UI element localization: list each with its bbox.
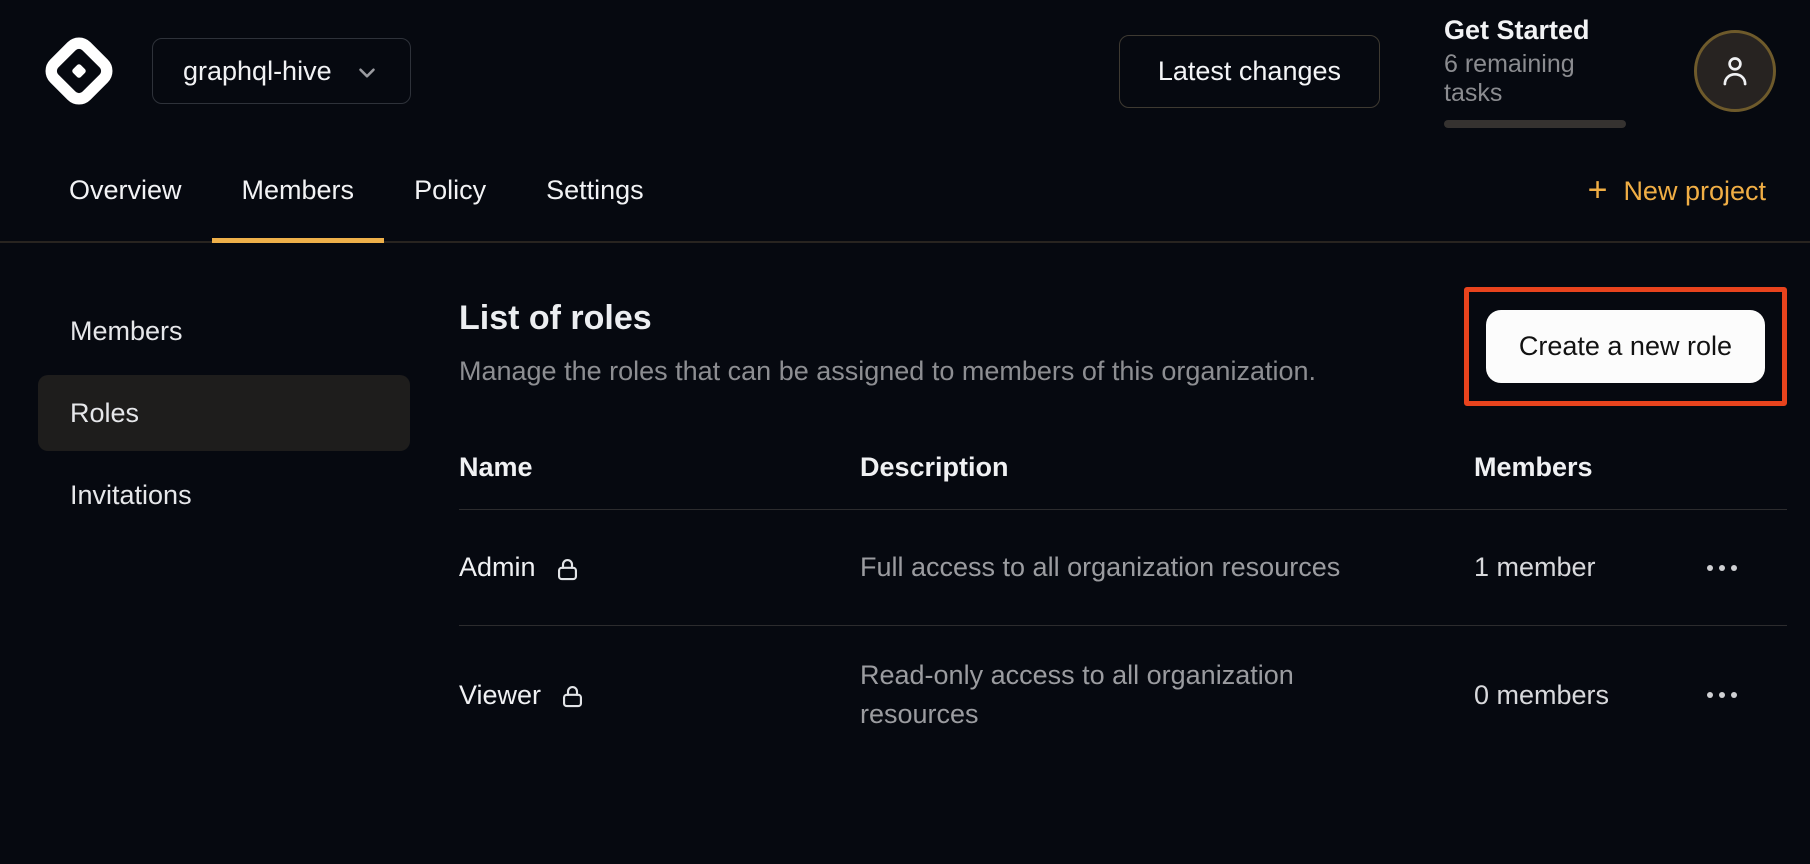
- org-selector-label: graphql-hive: [183, 56, 332, 87]
- role-name-cell: Viewer: [459, 680, 860, 711]
- row-menu-button[interactable]: [1703, 553, 1741, 583]
- role-description: Read-only access to all organization res…: [860, 656, 1370, 734]
- table-row: Viewer Read-only access to all organizat…: [459, 626, 1787, 764]
- tab-overview[interactable]: Overview: [39, 142, 212, 243]
- page-subtitle: Manage the roles that can be assigned to…: [459, 356, 1316, 387]
- row-menu-button[interactable]: [1703, 680, 1741, 710]
- ellipsis-icon: [1707, 565, 1713, 571]
- annotation-highlight-box: Create a new role: [1464, 287, 1787, 406]
- roles-main-panel: List of roles Manage the roles that can …: [459, 293, 1787, 764]
- org-selector[interactable]: graphql-hive: [152, 38, 411, 104]
- new-project-label: New project: [1623, 176, 1766, 207]
- ellipsis-icon: [1707, 692, 1713, 698]
- roles-table: Name Description Members Admin Full acce…: [459, 434, 1787, 764]
- table-row: Admin Full access to all organization re…: [459, 510, 1787, 626]
- role-name: Viewer: [459, 680, 541, 711]
- hive-logo-icon[interactable]: [40, 32, 118, 110]
- tab-policy[interactable]: Policy: [384, 142, 516, 243]
- avatar[interactable]: [1694, 30, 1776, 112]
- members-sidebar: Members Roles Invitations: [38, 293, 410, 764]
- get-started-widget[interactable]: Get Started 6 remaining tasks: [1444, 15, 1630, 128]
- create-role-button[interactable]: Create a new role: [1486, 310, 1765, 383]
- sidebar-item-roles[interactable]: Roles: [38, 375, 410, 451]
- org-tab-bar: Overview Members Policy Settings + New p…: [0, 142, 1810, 243]
- role-name: Admin: [459, 552, 536, 583]
- get-started-title: Get Started: [1444, 15, 1630, 46]
- column-header-description: Description: [860, 452, 1474, 483]
- get-started-progress-bar: [1444, 120, 1626, 128]
- get-started-remaining-tasks: 6 remaining tasks: [1444, 50, 1630, 108]
- lock-icon: [559, 683, 586, 710]
- column-header-name: Name: [459, 452, 860, 483]
- column-header-members: Members: [1474, 452, 1703, 483]
- tab-members[interactable]: Members: [212, 142, 385, 243]
- lock-icon: [554, 556, 581, 583]
- latest-changes-button[interactable]: Latest changes: [1119, 35, 1380, 108]
- role-name-cell: Admin: [459, 552, 860, 583]
- person-icon: [1716, 52, 1754, 90]
- role-members-count: 0 members: [1474, 680, 1703, 711]
- tab-settings[interactable]: Settings: [516, 142, 674, 243]
- plus-icon: +: [1588, 173, 1608, 207]
- sidebar-item-invitations[interactable]: Invitations: [38, 457, 410, 533]
- role-description: Full access to all organization resource…: [860, 548, 1370, 587]
- new-project-button[interactable]: + New project: [1588, 142, 1766, 241]
- chevron-down-icon: [354, 60, 380, 86]
- top-bar: graphql-hive Latest changes Get Started …: [0, 0, 1810, 142]
- page-title: List of roles: [459, 299, 1316, 338]
- roles-table-header: Name Description Members: [459, 434, 1787, 510]
- sidebar-item-members[interactable]: Members: [38, 293, 410, 369]
- role-members-count: 1 member: [1474, 552, 1703, 583]
